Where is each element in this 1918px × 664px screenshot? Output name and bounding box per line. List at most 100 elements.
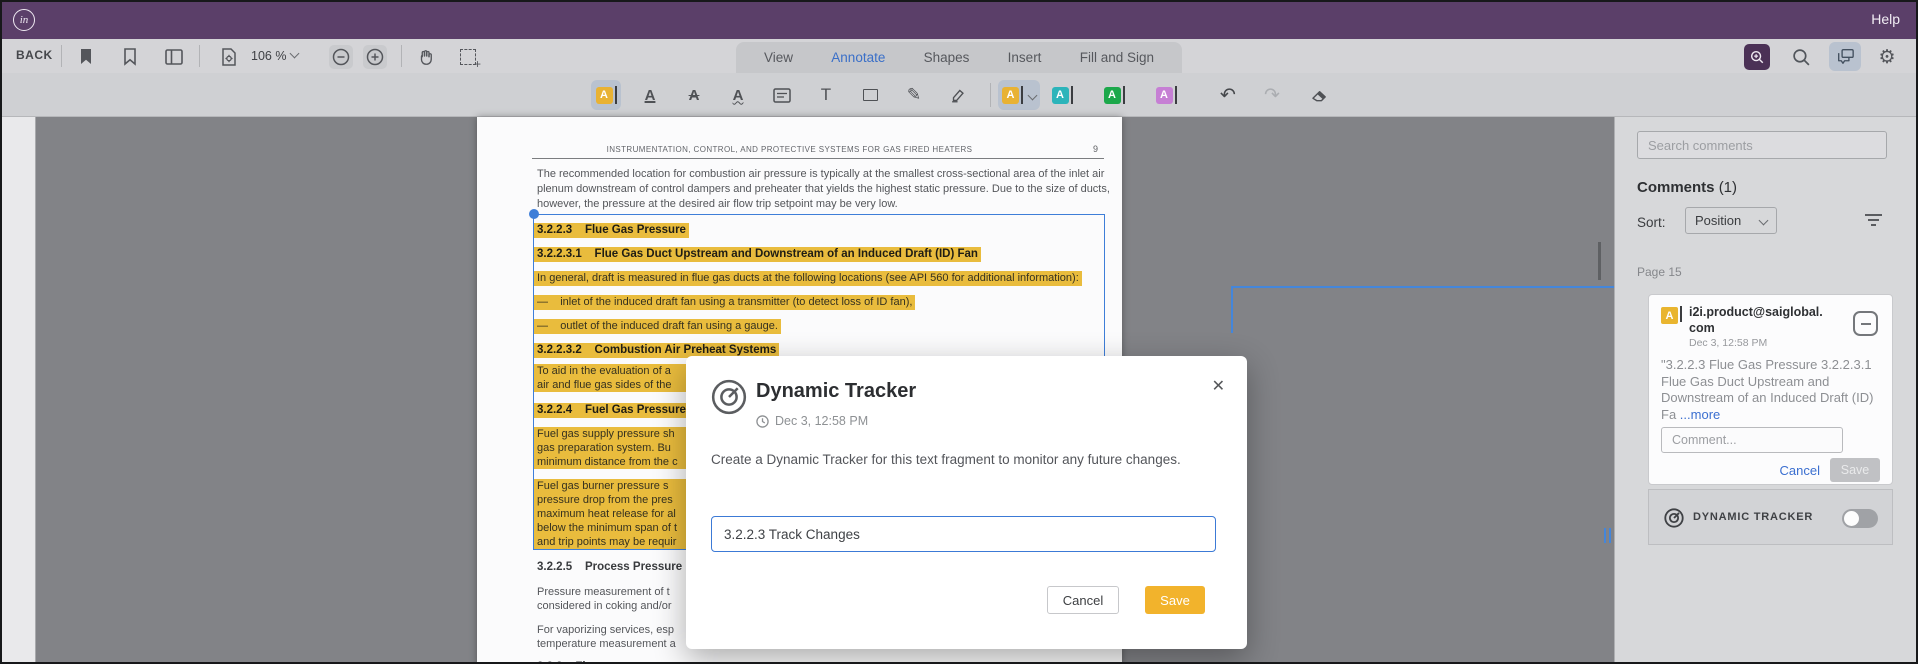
- search-icon[interactable]: [1788, 44, 1814, 70]
- dialog-save-button[interactable]: Save: [1145, 586, 1205, 614]
- bookmark-filled-icon[interactable]: [73, 44, 99, 70]
- highlight-tool-button[interactable]: A: [591, 80, 621, 110]
- divider: [990, 83, 991, 107]
- help-link[interactable]: Help: [1871, 11, 1900, 27]
- highlighted-line[interactable]: In general, draft is measured in flue ga…: [534, 271, 1082, 286]
- highlighted-heading[interactable]: 3.2.2.3.1 Flue Gas Duct Upstream and Dow…: [534, 247, 981, 262]
- top-app-bar: in Help: [2, 2, 1916, 39]
- chevron-down-icon: [1027, 90, 1038, 100]
- hand-pan-icon[interactable]: [413, 44, 439, 70]
- highlight-style-teal-button[interactable]: A: [1047, 80, 1077, 110]
- strikethrough-tool-button[interactable]: A: [679, 80, 709, 110]
- panel-resize-handle[interactable]: [1609, 528, 1611, 543]
- dialog-body-text: Create a Dynamic Tracker for this text f…: [711, 452, 1181, 467]
- left-panel-strip[interactable]: [2, 117, 36, 662]
- more-link[interactable]: ...more: [1680, 407, 1720, 422]
- dialog-timestamp: Dec 3, 12:58 PM: [775, 414, 869, 428]
- rectangle-tool-button[interactable]: [855, 80, 885, 110]
- chevron-down-icon: [290, 48, 300, 59]
- highlight-style-yellow-button[interactable]: A: [998, 80, 1040, 110]
- tab-insert[interactable]: Insert: [1008, 50, 1042, 65]
- tab-annotate[interactable]: Annotate: [831, 50, 885, 65]
- dialog-cancel-button[interactable]: Cancel: [1047, 586, 1119, 614]
- dynamic-tracker-toggle[interactable]: [1842, 509, 1878, 528]
- tracker-name-input[interactable]: [711, 516, 1216, 552]
- document-page-number: 9: [1092, 144, 1098, 154]
- app-window: in Help BACK 106 % + ⚙ View Annotate Sha…: [0, 0, 1918, 664]
- zoom-level-dropdown[interactable]: 106 %: [251, 48, 300, 63]
- redo-button[interactable]: ↷: [1257, 80, 1287, 110]
- annotate-toolbar: A A A A T ✎ A A A A ↶ ↷: [2, 73, 1916, 117]
- highlighted-line[interactable]: — outlet of the induced draft fan using …: [534, 319, 781, 334]
- clock-icon: [756, 414, 769, 428]
- canvas-scrollbar-thumb[interactable]: [1598, 242, 1601, 280]
- undo-button[interactable]: ↶: [1213, 80, 1243, 110]
- doc-paragraph-line: For vaporizing services, esp: [537, 624, 674, 636]
- comment-cancel-button[interactable]: Cancel: [1780, 463, 1820, 478]
- comments-panel-button[interactable]: [1829, 42, 1861, 71]
- gear-icon[interactable]: ⚙: [1874, 44, 1900, 70]
- comment-leader-line: [1231, 286, 1233, 333]
- collapse-comment-icon[interactable]: [1853, 311, 1878, 336]
- search-add-button[interactable]: [1744, 44, 1770, 70]
- comment-reply-input[interactable]: [1661, 427, 1843, 453]
- comment-author: i2i.product@saiglobal.com: [1689, 305, 1823, 335]
- comment-date: Dec 3, 12:58 PM: [1689, 337, 1768, 349]
- underline-tool-button[interactable]: A: [635, 80, 665, 110]
- dynamic-tracker-icon: [1663, 507, 1685, 534]
- zoom-in-button[interactable]: [363, 45, 387, 69]
- comments-sidebar: Comments (1) Sort: Position Page 15 A i2…: [1614, 117, 1916, 662]
- side-panel-icon[interactable]: [161, 44, 187, 70]
- selection-anchor-handle[interactable]: [529, 209, 539, 219]
- doc-paragraph-line: temperature measurement a: [537, 638, 676, 650]
- close-dialog-button[interactable]: ✕: [1212, 376, 1225, 395]
- bookmark-outline-icon[interactable]: [117, 44, 143, 70]
- dialog-title: Dynamic Tracker: [756, 380, 917, 402]
- marquee-select-icon[interactable]: +: [455, 44, 481, 71]
- highlighted-heading[interactable]: 3.2.2.3 Flue Gas Pressure: [534, 223, 689, 238]
- highlight-style-green-button[interactable]: A: [1099, 80, 1129, 110]
- doc-paragraph-line: The recommended location for combustion …: [537, 168, 1105, 180]
- search-comments-input[interactable]: [1637, 131, 1887, 159]
- doc-paragraph-line: plenum downstream of control dampers and…: [537, 183, 1110, 195]
- document-header: Instrumentation, Control, and Protective…: [606, 145, 973, 154]
- doc-paragraph-line: however, the pressure at the desired air…: [537, 198, 898, 210]
- tab-fill-and-sign[interactable]: Fill and Sign: [1080, 50, 1154, 65]
- divider: [199, 45, 200, 67]
- doc-heading: 3.2.2.5 Process Pressure: [537, 561, 683, 573]
- tab-shapes[interactable]: Shapes: [924, 50, 970, 65]
- highlighted-heading[interactable]: 3.2.2.4 Fuel Gas Pressure: [534, 403, 689, 418]
- highlight-style-violet-button[interactable]: A: [1151, 80, 1181, 110]
- chevron-down-icon: [1758, 215, 1769, 226]
- sort-value: Position: [1695, 213, 1742, 228]
- dynamic-tracker-label: DYNAMIC TRACKER: [1693, 511, 1814, 523]
- panel-resize-handle[interactable]: [1604, 528, 1606, 543]
- highlight-annotation-icon: A: [1661, 307, 1678, 324]
- tab-view[interactable]: View: [764, 50, 793, 65]
- comment-quote: "3.2.2.3 Flue Gas Pressure 3.2.2.3.1 Flu…: [1661, 357, 1874, 422]
- eraser-button[interactable]: [1305, 80, 1335, 110]
- free-text-tool-button[interactable]: T: [811, 80, 841, 110]
- doc-paragraph-line: considered in coking and/or: [537, 600, 672, 612]
- back-button[interactable]: BACK: [16, 48, 53, 62]
- pen-tool-button[interactable]: ✎: [899, 80, 929, 110]
- doc-heading: 3.2.3 Flow: [537, 660, 602, 662]
- comment-save-button[interactable]: Save: [1830, 458, 1880, 482]
- note-tool-button[interactable]: [767, 80, 797, 110]
- sort-label: Sort:: [1637, 215, 1666, 230]
- sort-dropdown[interactable]: Position: [1685, 207, 1777, 234]
- comment-card[interactable]: A i2i.product@saiglobal.com Dec 3, 12:58…: [1648, 294, 1893, 485]
- divider: [61, 45, 62, 67]
- doc-paragraph-line: Pressure measurement of t: [537, 586, 670, 598]
- header-rule: [532, 158, 1104, 159]
- highlighted-line[interactable]: — inlet of the induced draft fan using a…: [534, 295, 916, 310]
- squiggly-tool-button[interactable]: A: [723, 80, 753, 110]
- dialog-timestamp-row: Dec 3, 12:58 PM: [756, 414, 868, 428]
- zoom-out-button[interactable]: [329, 45, 353, 69]
- marker-tool-button[interactable]: [943, 80, 973, 110]
- filter-icon[interactable]: [1865, 214, 1882, 226]
- page-settings-icon[interactable]: [216, 44, 242, 70]
- app-logo-icon: in: [13, 9, 35, 31]
- dynamic-tracker-icon: [710, 378, 748, 421]
- ribbon-tabs: View Annotate Shapes Insert Fill and Sig…: [736, 42, 1182, 73]
